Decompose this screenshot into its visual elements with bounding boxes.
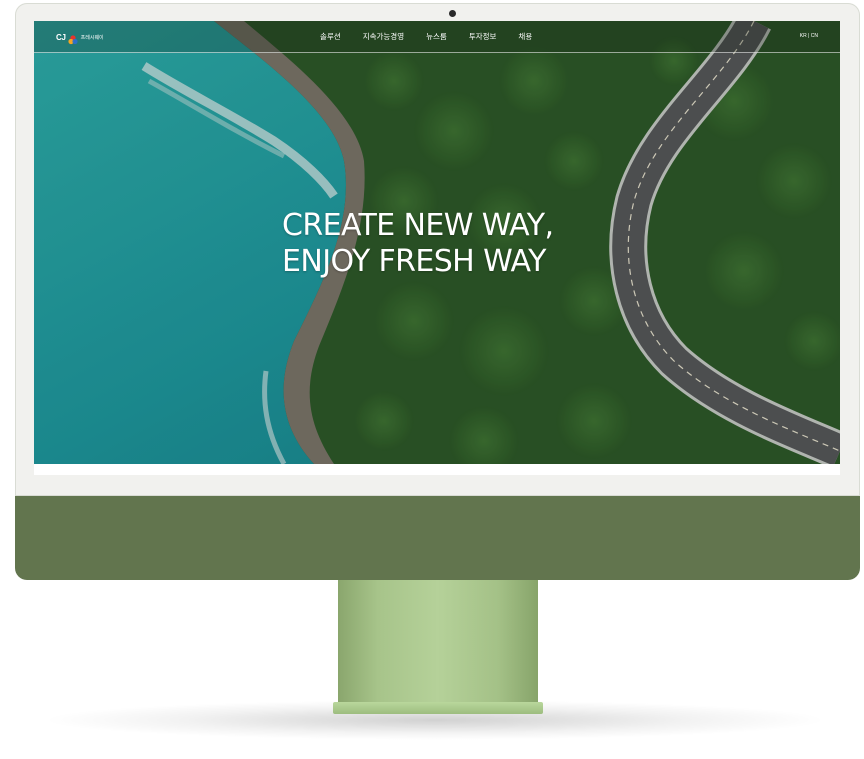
hero-line-1: CREATE NEW WAY, [282,208,554,243]
monitor-chin [15,496,860,580]
camera-icon [449,10,456,17]
menu-item-sustainability[interactable]: 지속가능경영 [363,31,404,42]
hero-line-2: ENJOY FRESH WAY [282,244,546,279]
hero-banner: CREATE NEW WAY, ENJOY FRESH WAY [34,21,840,464]
menu-item-careers[interactable]: 채용 [518,31,532,42]
logo-cj-text: CJ [56,32,66,42]
brand-logo[interactable]: CJ 프레시웨이 [56,30,104,45]
menu-item-investor[interactable]: 투자정보 [469,31,497,42]
menu-item-newsroom[interactable]: 뉴스룸 [426,31,447,42]
main-menu: 솔루션 지속가능경영 뉴스룸 투자정보 채용 [320,31,532,42]
monitor-stand-foot [333,702,543,714]
browser-screen: CREATE NEW WAY, ENJOY FRESH WAY CJ 프레시웨이… [34,21,840,475]
menu-item-solution[interactable]: 솔루션 [320,31,341,42]
logo-subtext: 프레시웨이 [80,34,104,41]
top-nav: CJ 프레시웨이 솔루션 지속가능경영 뉴스룸 투자정보 채용 KR | CN [34,21,840,53]
monitor-stand [338,580,538,704]
hero-headline: CREATE NEW WAY, ENJOY FRESH WAY [282,208,554,280]
language-switcher[interactable]: KR | CN [800,33,818,39]
logo-mark-icon [68,32,78,45]
